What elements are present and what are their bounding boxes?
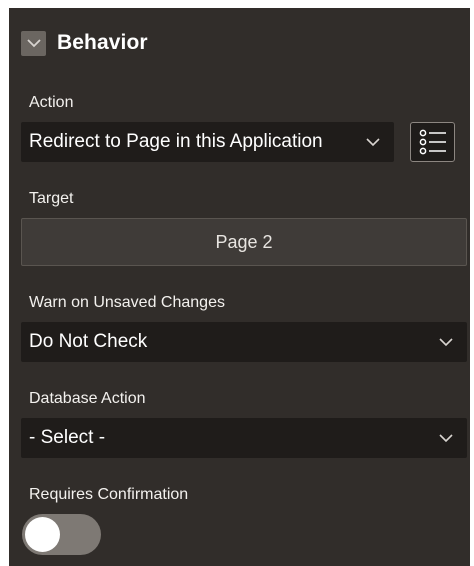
database-action-select[interactable]: - Select - [21, 418, 467, 458]
section-title: Behavior [57, 31, 148, 54]
database-action-label: Database Action [29, 390, 146, 407]
list-of-values-button[interactable] [410, 122, 455, 162]
requires-confirmation-toggle[interactable] [22, 514, 101, 555]
chevron-down-icon [366, 137, 380, 146]
behavior-panel: Behavior Action Redirect to Page in this… [9, 8, 470, 566]
toggle-knob [25, 517, 60, 552]
collapse-button[interactable] [21, 30, 46, 56]
action-label: Action [29, 94, 74, 111]
warn-unsaved-select-value: Do Not Check [29, 331, 148, 352]
warn-unsaved-label: Warn on Unsaved Changes [29, 294, 225, 311]
warn-unsaved-select[interactable]: Do Not Check [21, 322, 467, 362]
action-select[interactable]: Redirect to Page in this Application [21, 122, 394, 162]
list-icon [419, 129, 446, 155]
database-action-select-value: - Select - [29, 427, 106, 448]
chevron-down-icon [26, 38, 41, 47]
target-label: Target [29, 190, 74, 207]
section-header[interactable]: Behavior [21, 28, 148, 58]
chevron-down-icon [439, 433, 453, 442]
chevron-down-icon [439, 337, 453, 346]
action-select-value: Redirect to Page in this Application [29, 131, 323, 152]
target-button[interactable]: Page 2 [21, 218, 467, 266]
requires-confirmation-label: Requires Confirmation [29, 486, 189, 503]
